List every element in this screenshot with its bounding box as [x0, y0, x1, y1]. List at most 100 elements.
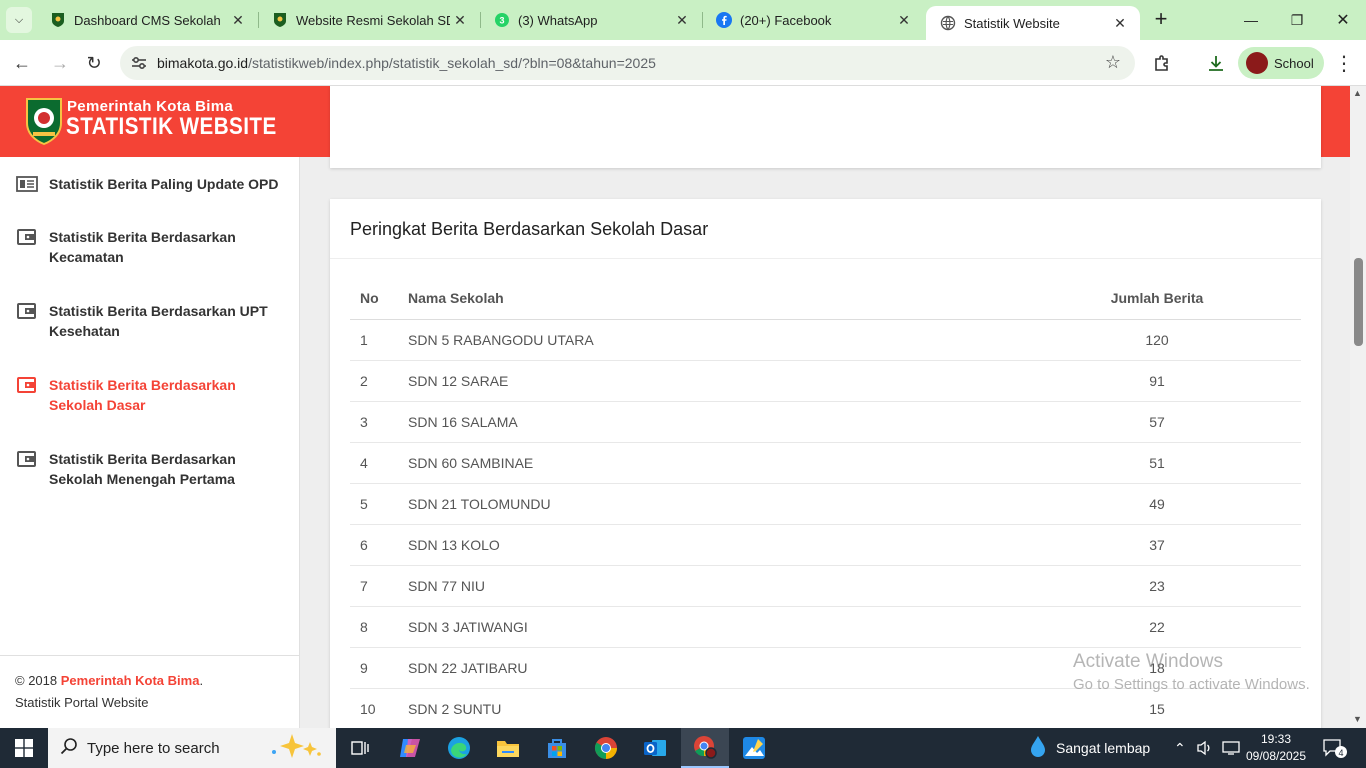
row-school-name: SDN 22 JATIBARU	[398, 647, 1013, 689]
row-no: 9	[350, 647, 398, 689]
tab-whatsapp[interactable]: 3 (3) WhatsApp ✕	[480, 0, 702, 40]
search-placeholder: Type here to search	[87, 739, 220, 757]
scroll-up-icon[interactable]: ▲	[1353, 88, 1362, 98]
bookmark-star-icon[interactable]: ☆	[1105, 52, 1121, 73]
edge-browser-icon[interactable]	[435, 728, 483, 768]
reload-icon[interactable]: ↻	[80, 49, 108, 77]
row-no: 5	[350, 483, 398, 525]
table-row: 3 SDN 16 SALAMA 57	[350, 401, 1301, 443]
table-header-row: No Nama Sekolah Jumlah Berita	[350, 278, 1301, 320]
page-scrollbar[interactable]: ▲ ▼	[1350, 86, 1366, 728]
tab-title: Dashboard CMS Sekolah	[74, 12, 221, 28]
city-emblem-logo[interactable]	[25, 96, 63, 146]
avatar	[1246, 52, 1268, 74]
row-school-name: SDN 13 KOLO	[398, 524, 1013, 566]
clock-date: 09/08/2025	[1245, 749, 1307, 763]
download-icon[interactable]	[1202, 49, 1230, 77]
copilot-icon[interactable]	[386, 728, 434, 768]
facebook-icon	[716, 12, 732, 28]
close-icon[interactable]: ✕	[1110, 15, 1130, 32]
url-domain: bimakota.go.id	[157, 55, 249, 71]
sidebar-footer: © 2018 Pemerintah Kota Bima. Statistik P…	[0, 655, 299, 728]
extensions-puzzle-icon[interactable]	[1148, 49, 1176, 77]
back-arrow-icon[interactable]: ←	[8, 49, 36, 77]
chevron-down-icon: ⌵	[14, 13, 24, 26]
footer-caption: Statistik Portal Website	[15, 695, 149, 710]
tab-website-sekolah[interactable]: Website Resmi Sekolah SDN ✕	[258, 0, 480, 40]
close-icon[interactable]: ✕	[450, 12, 470, 29]
new-tab-plus-icon[interactable]: +	[1150, 8, 1172, 32]
tab-dashboard-cms[interactable]: Dashboard CMS Sekolah ✕	[36, 0, 258, 40]
outlook-icon[interactable]	[631, 728, 679, 768]
show-hidden-icons-chevron-icon[interactable]: ⌃	[1174, 728, 1186, 768]
sidebar-item-label: Statistik Berita Paling Update OPD	[49, 176, 279, 192]
search-highlight-sparkle-icon	[266, 732, 324, 764]
whatsapp-badge: 3	[499, 16, 504, 26]
chrome-icon[interactable]	[582, 728, 630, 768]
sidebar-item-label: Statistik Berita Berdasarkan Kecamatan	[49, 229, 236, 265]
network-monitor-icon[interactable]	[1221, 728, 1241, 768]
row-news-count: 37	[1013, 524, 1301, 566]
site-settings-icon[interactable]	[130, 54, 148, 72]
sidebar-item-update-opd[interactable]: Statistik Berita Paling Update OPD	[0, 174, 300, 194]
window-close-icon[interactable]: ✕	[1320, 0, 1366, 40]
table-row: 2 SDN 12 SARAE 91	[350, 360, 1301, 402]
sidebar-item-sekolah-dasar[interactable]: Statistik Berita Berdasarkan Sekolah Das…	[0, 375, 300, 415]
task-view-icon[interactable]	[336, 728, 384, 768]
microsoft-store-icon[interactable]	[533, 728, 581, 768]
windows-start-icon[interactable]	[0, 728, 48, 768]
row-news-count: 49	[1013, 483, 1301, 525]
tab-search-button[interactable]: ⌵	[6, 7, 32, 33]
close-icon[interactable]: ✕	[672, 12, 692, 29]
browser-tab-bar: ⌵ Dashboard CMS Sekolah ✕ Website Resmi …	[0, 0, 1366, 40]
restore-icon[interactable]: ❐	[1274, 0, 1320, 40]
url-text[interactable]: bimakota.go.id/statistikweb/index.php/st…	[157, 55, 656, 71]
weather-widget[interactable]: Sangat lembap	[1028, 728, 1150, 768]
notification-center-icon[interactable]: 4	[1322, 728, 1348, 768]
sidebar-item-label: Statistik Berita Berdasarkan UPT Kesehat…	[49, 303, 268, 339]
file-explorer-icon[interactable]	[484, 728, 532, 768]
activate-windows-watermark: Activate Windows Go to Settings to activ…	[1073, 651, 1310, 693]
table-row: 6 SDN 13 KOLO 37	[350, 524, 1301, 566]
row-news-count: 120	[1013, 319, 1301, 361]
chrome-profile-active-icon[interactable]	[681, 728, 729, 768]
row-school-name: SDN 16 SALAMA	[398, 401, 1013, 443]
profile-button[interactable]: School	[1238, 47, 1324, 79]
close-icon[interactable]: ✕	[894, 12, 914, 29]
water-drop-icon	[1028, 735, 1048, 762]
row-news-count: 51	[1013, 442, 1301, 484]
whatsapp-icon: 3	[494, 12, 510, 28]
sidebar-item-upt-kesehatan[interactable]: Statistik Berita Berdasarkan UPT Kesehat…	[0, 301, 300, 341]
tab-statistik-website[interactable]: Statistik Website ✕	[926, 6, 1140, 40]
row-no: 3	[350, 401, 398, 443]
tab-facebook[interactable]: (20+) Facebook ✕	[702, 0, 924, 40]
row-no: 1	[350, 319, 398, 361]
row-school-name: SDN 77 NIU	[398, 565, 1013, 607]
volume-speaker-icon[interactable]	[1196, 728, 1214, 768]
sidebar-item-kecamatan[interactable]: Statistik Berita Berdasarkan Kecamatan	[0, 227, 300, 267]
photo-editor-icon[interactable]	[730, 728, 778, 768]
sidebar-item-label: Statistik Berita Berdasarkan Sekolah Men…	[49, 451, 236, 487]
close-icon[interactable]: ✕	[228, 12, 248, 29]
brand-title: STATISTIK WEBSITE	[66, 113, 277, 140]
table-row: 7 SDN 77 NIU 23	[350, 565, 1301, 607]
scrollbar-thumb[interactable]	[1354, 258, 1363, 346]
forward-arrow-icon[interactable]: →	[46, 49, 74, 77]
taskbar-search-box[interactable]: Type here to search	[48, 728, 336, 768]
search-icon	[60, 737, 78, 759]
row-school-name: SDN 21 TOLOMUNDU	[398, 483, 1013, 525]
profile-name: School	[1274, 55, 1314, 71]
row-news-count: 23	[1013, 565, 1301, 607]
sidebar-item-smp[interactable]: Statistik Berita Berdasarkan Sekolah Men…	[0, 449, 300, 489]
more-menu-icon[interactable]: ⋮	[1330, 49, 1358, 77]
minimize-icon[interactable]: —	[1228, 0, 1274, 40]
footer-org-link[interactable]: Pemerintah Kota Bima	[61, 673, 200, 688]
scroll-down-icon[interactable]: ▼	[1353, 714, 1362, 724]
table-row: 8 SDN 3 JATIWANGI 22	[350, 606, 1301, 648]
tab-title: (20+) Facebook	[740, 12, 832, 28]
row-no: 8	[350, 606, 398, 648]
address-bar[interactable]: bimakota.go.id/statistikweb/index.php/st…	[120, 46, 1135, 80]
card-title: Peringkat Berita Berdasarkan Sekolah Das…	[350, 219, 709, 239]
system-clock[interactable]: 19:33 09/08/2025	[1245, 731, 1307, 765]
header-no: No	[350, 278, 398, 320]
